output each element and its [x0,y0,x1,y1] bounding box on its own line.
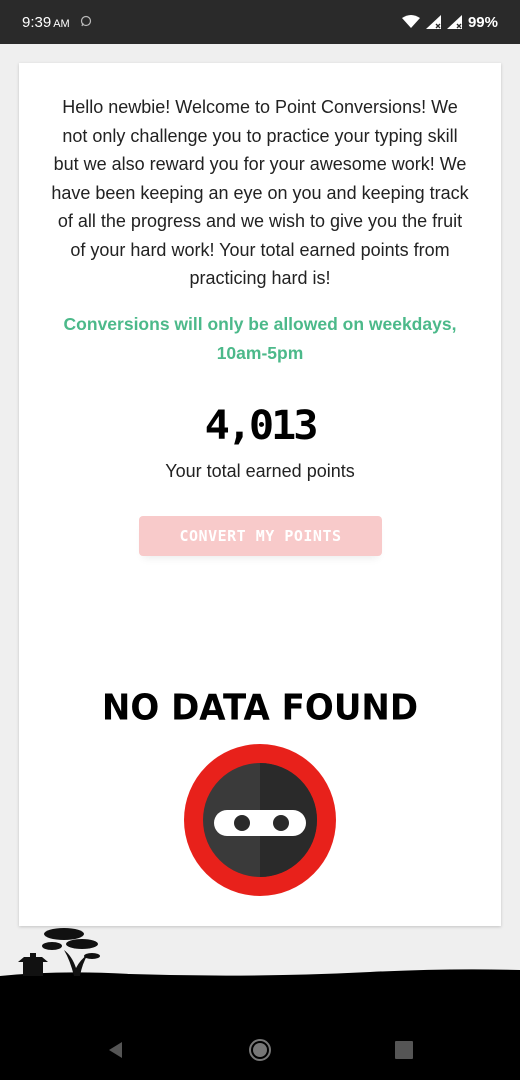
bonsai-tree-icon [42,928,100,976]
bottom-scenery [0,920,520,1020]
whatsapp-icon [80,14,92,31]
convert-points-button[interactable]: Convert my points [139,516,382,556]
status-left: 9:39 AM [22,14,92,31]
status-right: 99% [401,13,498,31]
ninja-icon [184,744,336,896]
status-bar: 9:39 AM 99% [0,0,520,44]
battery-level: 99% [467,13,498,31]
weekday-notice: Conversions will only be allowed on week… [63,314,457,363]
home-icon[interactable] [248,1038,272,1062]
points-card: Hello newbie! Welcome to Point Conversio… [19,63,501,926]
intro-text: Hello newbie! Welcome to Point Conversio… [51,97,469,288]
clock: 9:39 AM [22,14,70,31]
clock-ampm: AM [53,17,70,30]
recents-icon[interactable] [392,1038,416,1062]
signal-icon [425,15,441,29]
total-points-label: Your total earned points [165,461,355,481]
wifi-icon [401,15,420,29]
pagoda-icon [18,953,48,976]
back-icon[interactable] [104,1038,128,1062]
navigation-bar [0,1020,520,1080]
signal-icon [446,15,462,29]
clock-time: 9:39 [22,13,52,31]
no-data-heading: No data found [101,687,419,729]
total-points-value: 4,013 [204,403,319,449]
